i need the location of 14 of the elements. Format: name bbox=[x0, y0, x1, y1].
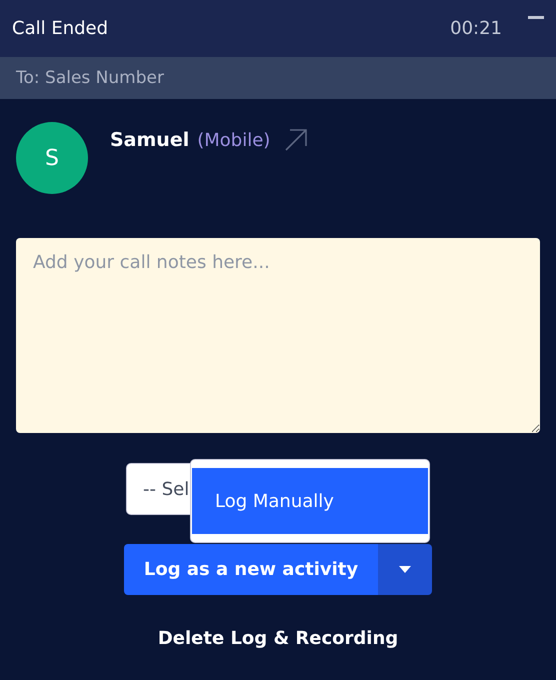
external-link-icon[interactable] bbox=[284, 128, 308, 152]
caret-icon bbox=[399, 566, 411, 573]
contact-name: Samuel bbox=[110, 129, 190, 151]
menu-item[interactable]: Log Manually bbox=[192, 468, 428, 534]
log-activity-button[interactable]: Log as a new activity bbox=[124, 544, 378, 595]
dropdown-toggle-button[interactable] bbox=[378, 544, 432, 595]
call-notes-field[interactable]: Add your call notes here... bbox=[16, 238, 540, 433]
phone-type: (Mobile) bbox=[197, 130, 270, 150]
minimize-icon bbox=[528, 16, 544, 19]
delete-log-button[interactable]: Delete Log & Recording bbox=[152, 627, 404, 650]
recipient-text: To: Sales Number bbox=[16, 68, 164, 88]
avatar: S bbox=[16, 122, 88, 194]
call-timer: 00:21 bbox=[450, 18, 502, 39]
call-status-title: Call Ended bbox=[12, 18, 110, 39]
